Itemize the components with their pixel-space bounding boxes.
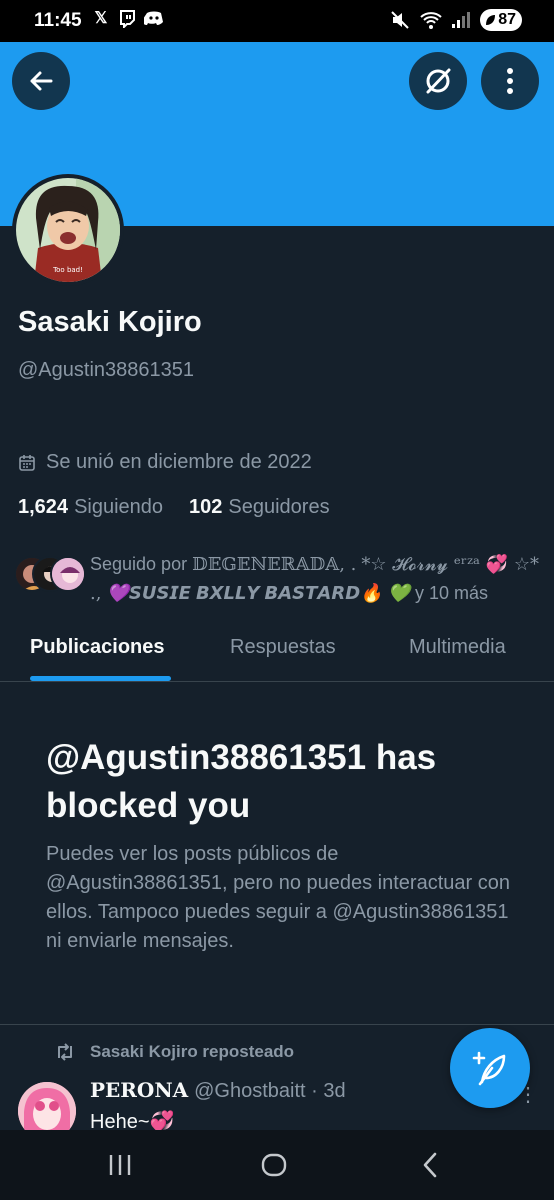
leaf-icon	[486, 15, 496, 25]
repost-indicator: Sasaki Kojiro reposteado	[54, 1042, 294, 1062]
compose-button[interactable]	[450, 1028, 530, 1108]
followers-link[interactable]: 102 Seguidores	[189, 496, 330, 519]
joined-text: Se unió en diciembre de 2022	[46, 451, 312, 473]
post-author-handle: @Ghostbaitt	[194, 1080, 306, 1102]
following-link[interactable]: 1,624 Siguiendo	[18, 496, 163, 519]
system-icons: 87	[390, 9, 522, 31]
profile-tabs: Publicaciones Respuestas Multimedia	[0, 628, 554, 682]
arrow-left-icon	[30, 71, 53, 91]
profile-name: Sasaki Kojiro	[18, 306, 202, 338]
followers-count: 102	[189, 496, 223, 518]
discord-icon	[141, 10, 163, 28]
battery-level: 87	[498, 11, 516, 28]
chevron-left-icon	[423, 1152, 437, 1178]
mute-icon	[390, 10, 410, 30]
tab-respuestas[interactable]: Respuestas	[230, 636, 336, 659]
system-navigation-bar	[0, 1130, 554, 1200]
calendar-icon	[19, 454, 35, 471]
grok-icon	[426, 68, 451, 94]
followers-label: Seguidores	[228, 496, 330, 518]
more-options-button[interactable]	[481, 52, 539, 110]
blocked-description: Puedes ver los posts públicos de @Agusti…	[46, 843, 510, 952]
avatar-image: Too bad!	[16, 178, 120, 282]
followed-by-text: Seguido por 𝔻𝔼𝔾𝔼ℕ𝔼ℝ𝔸𝔻𝔸, . *☆ 𝓗𝓸𝓻𝓷𝔂 ᵉʳᶻᵃ …	[90, 550, 550, 608]
notification-icons: 𝕏	[92, 10, 163, 30]
post-header: 𝐏𝐄𝐑𝐎𝐍𝐀 @Ghostbaitt · 3d	[90, 1078, 346, 1103]
system-back-button[interactable]	[410, 1148, 450, 1182]
post-author-name[interactable]: 𝐏𝐄𝐑𝐎𝐍𝐀	[90, 1078, 188, 1102]
status-time: 11:45	[34, 10, 82, 31]
following-count: 1,624	[18, 496, 69, 518]
wifi-icon	[420, 10, 442, 30]
joined-date: Se unió en diciembre de 2022	[18, 451, 312, 474]
followed-by-suffix: y 10 más	[415, 583, 489, 603]
compose-feather-icon	[472, 1051, 506, 1086]
home-icon	[261, 1153, 287, 1177]
following-label: Siguiendo	[74, 496, 164, 518]
post-time: · 3d	[311, 1080, 346, 1102]
follow-stats: 1,624 Siguiendo 102 Seguidores	[18, 496, 330, 519]
recents-icon	[109, 1155, 131, 1175]
recent-apps-button[interactable]	[100, 1148, 140, 1182]
signal-icon	[450, 10, 471, 30]
followed-by-prefix: Seguido por	[90, 554, 188, 574]
home-button[interactable]	[254, 1148, 294, 1182]
profile-avatar[interactable]: Too bad!	[12, 174, 124, 286]
tab-multimedia[interactable]: Multimedia	[409, 636, 506, 659]
grok-button[interactable]	[409, 52, 467, 110]
x-app-icon: 𝕏	[94, 10, 108, 27]
follower-name: 💜𝙎𝙐𝙎𝙄𝙀 𝘽𝙓𝙇𝙇𝙔 𝘽𝘼𝙎𝙏𝘼𝙍𝘿🔥 💚	[106, 583, 410, 603]
avatar-caption: Too bad!	[52, 266, 83, 274]
follower-avatar	[50, 556, 86, 592]
divider	[0, 1024, 554, 1025]
active-tab-indicator	[30, 676, 171, 681]
repost-icon	[58, 1043, 72, 1061]
tab-publicaciones[interactable]: Publicaciones	[30, 636, 165, 659]
follower-name: 𝔻𝔼𝔾𝔼ℕ𝔼ℝ𝔸𝔻𝔸, .	[192, 554, 357, 575]
battery-indicator: 87	[480, 9, 522, 31]
repost-label[interactable]: Sasaki Kojiro reposteado	[90, 1042, 294, 1062]
back-button[interactable]	[12, 52, 70, 110]
blocked-title: @Agustin38861351 has blocked you	[46, 738, 437, 825]
twitch-icon	[118, 10, 136, 30]
profile-handle: @Agustin38861351	[18, 359, 194, 381]
status-bar: 11:45 𝕏 87	[0, 0, 554, 42]
more-vertical-icon	[507, 68, 513, 94]
